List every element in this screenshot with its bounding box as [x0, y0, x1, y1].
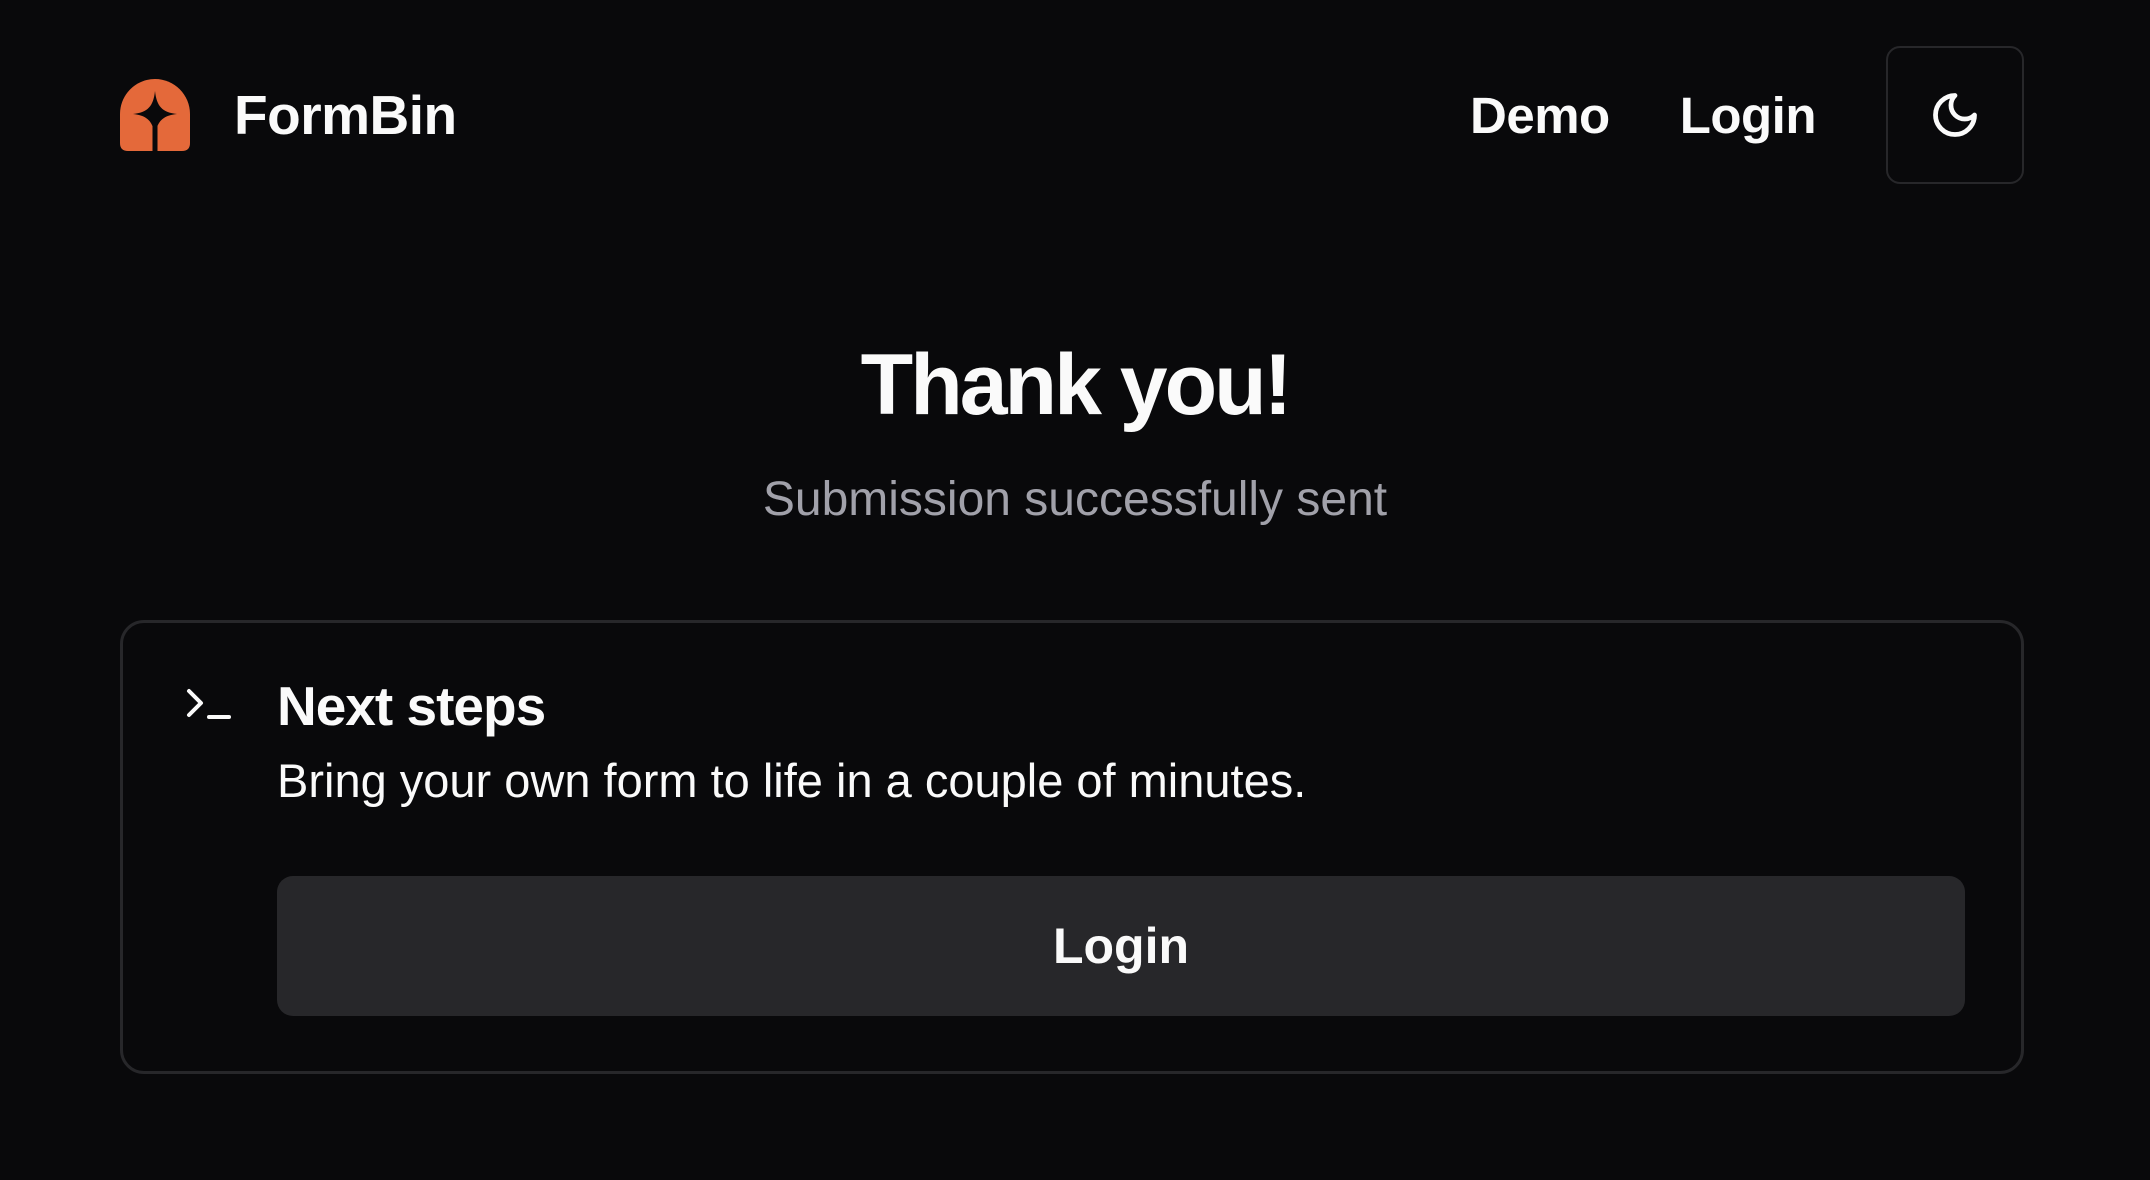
nav-login-link[interactable]: Login: [1680, 86, 1817, 145]
moon-icon: [1933, 93, 1977, 137]
page-subtitle: Submission successfully sent: [762, 473, 1388, 526]
brand-name: FormBin: [234, 84, 457, 146]
nav-demo-link[interactable]: Demo: [1470, 86, 1610, 145]
terminal-icon: [187, 689, 231, 719]
brand-link[interactable]: FormBin: [120, 79, 457, 151]
site-header: FormBin Demo Login: [120, 46, 2024, 184]
formbin-logo-icon: [120, 79, 190, 151]
page-title: Thank you!: [860, 337, 1293, 433]
next-steps-title: Next steps: [277, 675, 546, 737]
theme-toggle-button[interactable]: [1886, 46, 2024, 184]
next-steps-description: Bring your own form to life in a couple …: [277, 754, 1307, 807]
next-steps-card: Next steps Bring your own form to life i…: [120, 620, 2024, 1074]
top-nav: Demo Login: [1470, 46, 2024, 184]
login-button[interactable]: Login: [277, 876, 1965, 1016]
hero-section: Thank you! Submission successfully sent: [0, 330, 2150, 530]
